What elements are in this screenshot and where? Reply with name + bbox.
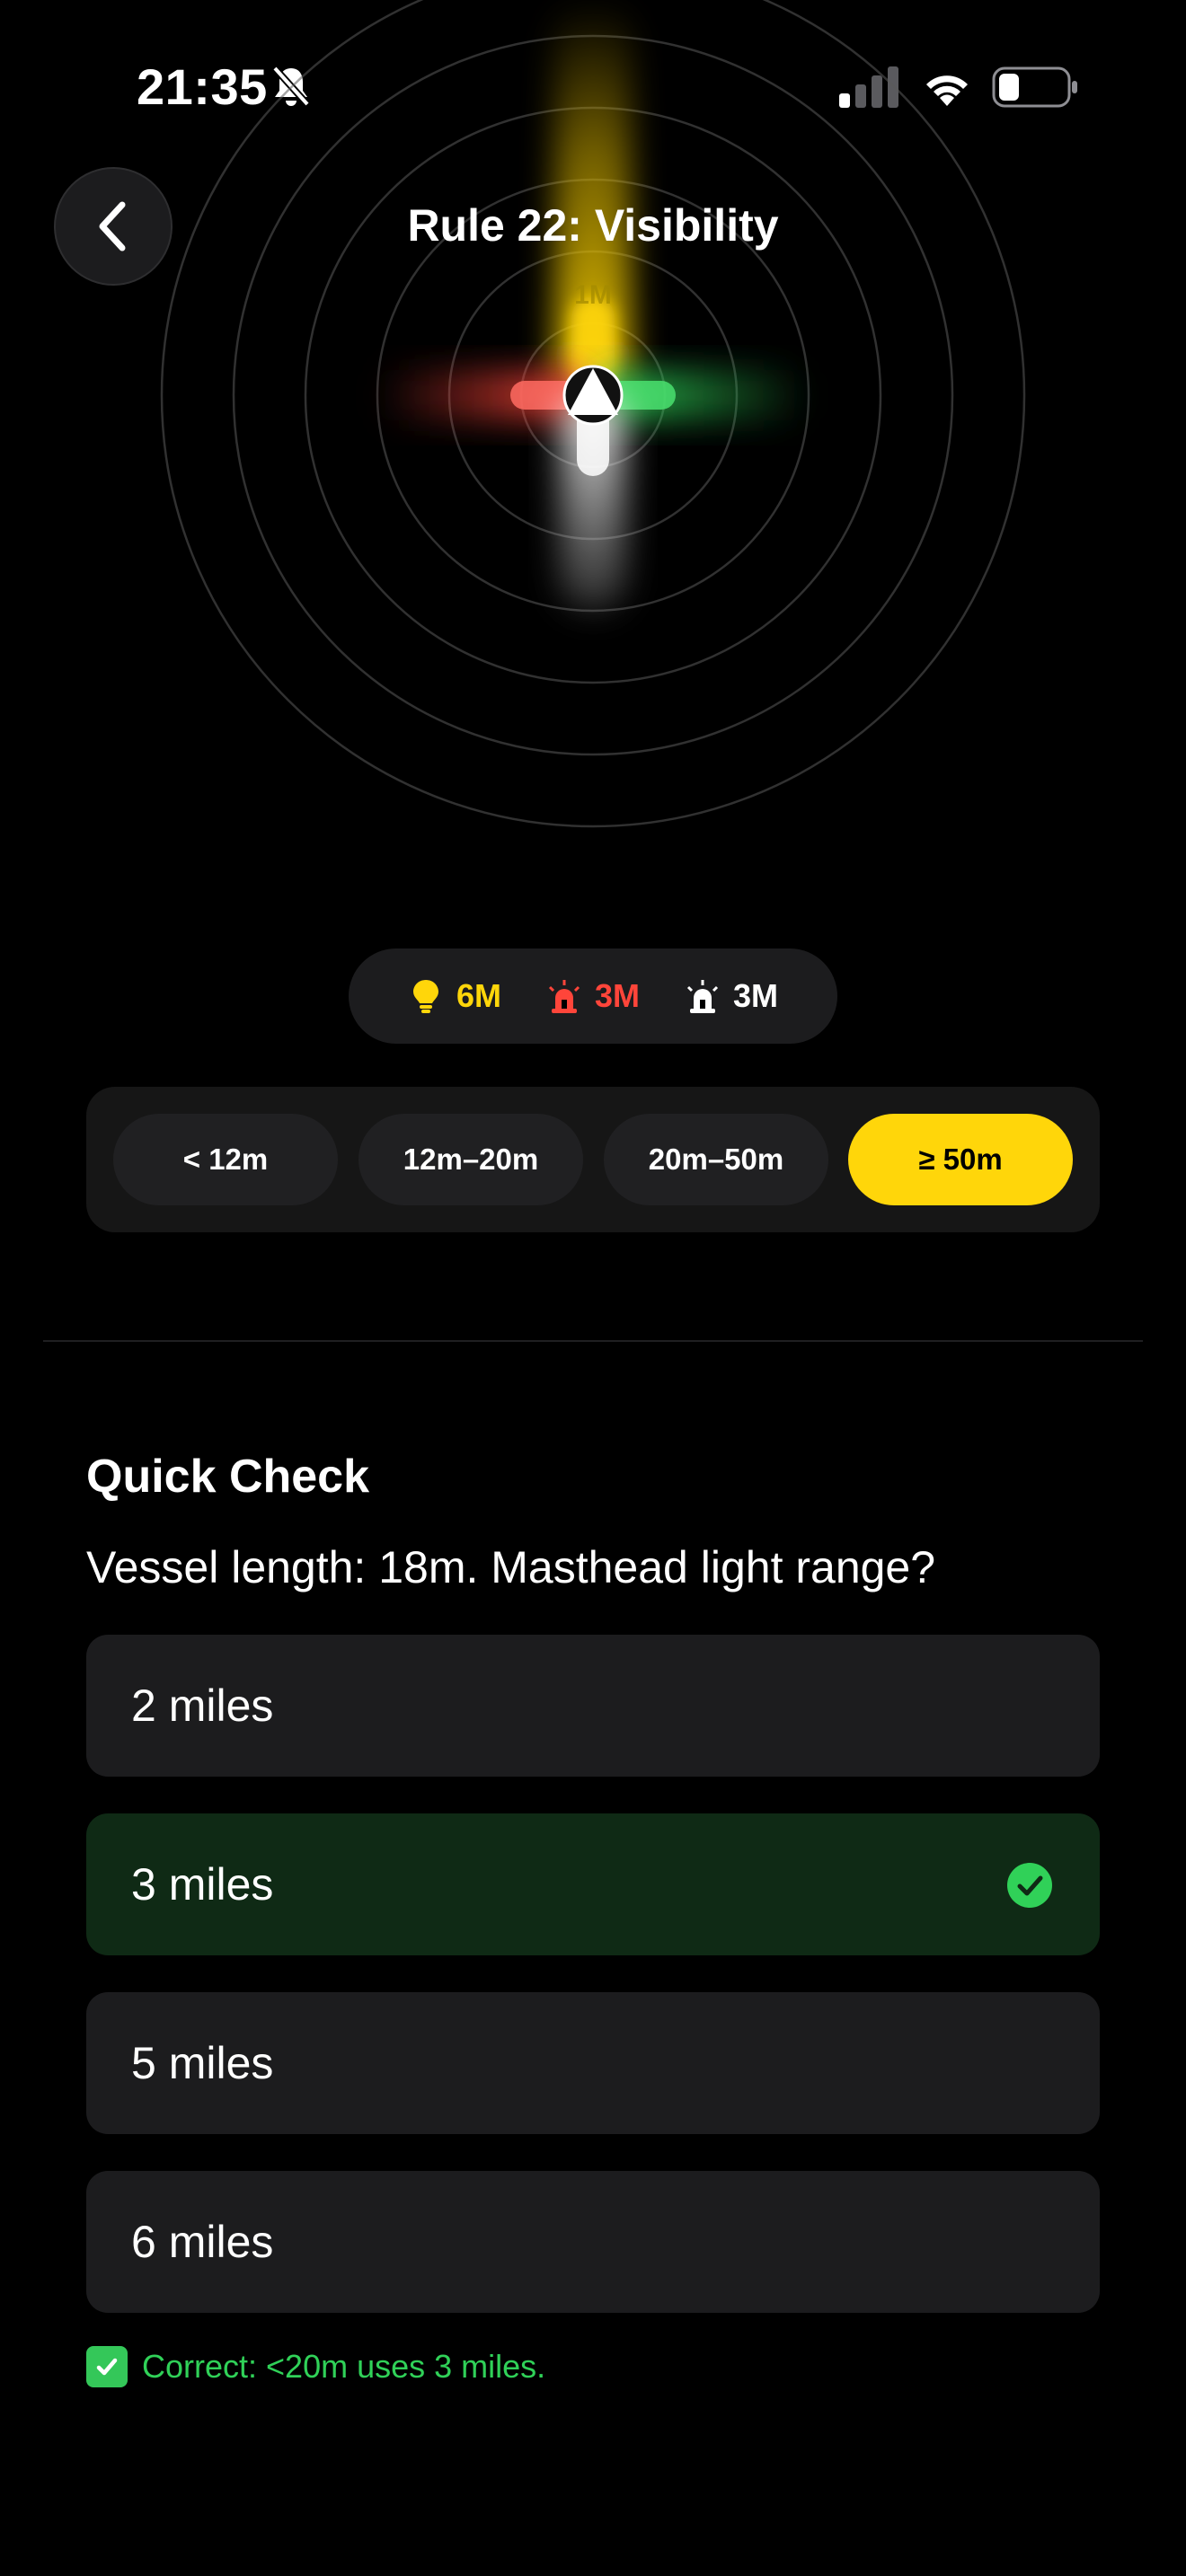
visibility-diagram: 1M: [160, 0, 1026, 828]
feedback-text: Correct: <20m uses 3 miles.: [142, 2348, 546, 2385]
answer-option-label: 5 miles: [131, 2038, 274, 2088]
red-beacon-icon: [548, 980, 580, 1013]
answer-option-label: 3 miles: [131, 1859, 274, 1910]
quick-check-heading: Quick Check: [86, 1451, 370, 1503]
length-option-20-50m[interactable]: 20m–50m: [604, 1114, 828, 1205]
answer-option-label: 6 miles: [131, 2217, 274, 2267]
length-option-50m-plus[interactable]: ≥ 50m: [848, 1114, 1073, 1205]
vessel-length-selector: < 12m 12m–20m 20m–50m ≥ 50m: [86, 1087, 1100, 1232]
white-beacon-icon: [686, 980, 719, 1013]
length-option-12-20m[interactable]: 12m–20m: [358, 1114, 583, 1205]
legend-stern-label: 3M: [733, 977, 779, 1014]
legend-masthead-label: 6M: [456, 977, 501, 1014]
section-divider: [43, 1340, 1143, 1342]
answer-option[interactable]: 2 miles: [86, 1635, 1100, 1777]
answer-feedback: Correct: <20m uses 3 miles.: [86, 2346, 545, 2387]
answer-option-correct[interactable]: 3 miles: [86, 1813, 1100, 1955]
top-range-label: 1M: [574, 280, 612, 310]
checkmark-circle-icon: [1007, 1863, 1052, 1908]
page-title: Rule 22: Visibility: [407, 200, 779, 251]
legend-sidelights-label: 3M: [594, 977, 640, 1014]
legend-masthead: 6M: [408, 977, 501, 1015]
answer-option[interactable]: 5 miles: [86, 1992, 1100, 2134]
range-legend: 6M 3M 3M: [349, 948, 837, 1044]
legend-sidelights: 3M: [546, 977, 640, 1015]
quick-check-question: Vessel length: 18m. Masthead light range…: [86, 1542, 936, 1592]
legend-stern: 3M: [685, 977, 778, 1015]
length-option-under-12m[interactable]: < 12m: [113, 1114, 338, 1205]
lightbulb-icon: [412, 980, 438, 1013]
answer-option[interactable]: 6 miles: [86, 2171, 1100, 2313]
check-box-icon: [86, 2346, 128, 2387]
answer-option-label: 2 miles: [131, 1681, 274, 1731]
